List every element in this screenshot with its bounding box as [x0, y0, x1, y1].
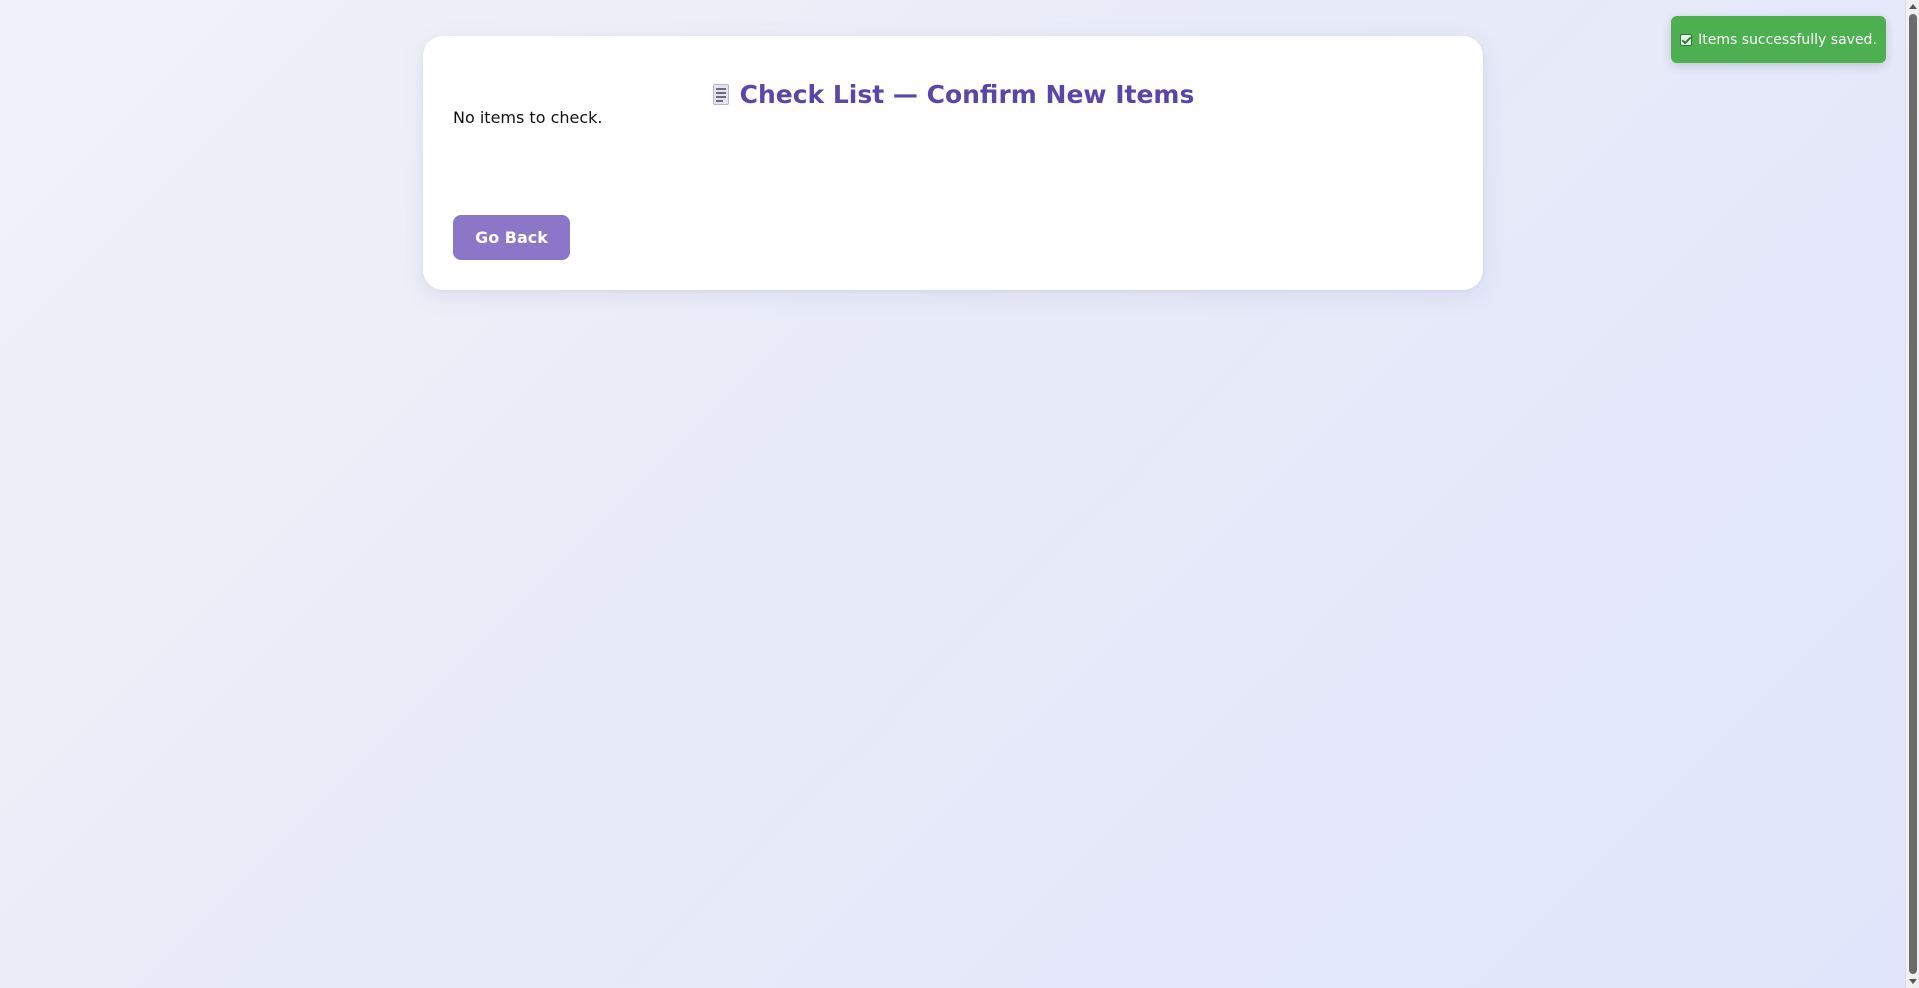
empty-message: No items to check. [453, 108, 603, 127]
receipt-icon [712, 83, 730, 106]
toast-message: Items successfully saved. [1698, 31, 1877, 48]
go-back-button[interactable]: Go Back [453, 215, 570, 260]
scrollbar-thumb[interactable] [1909, 14, 1917, 974]
scroll-down-arrow-icon[interactable] [1909, 979, 1917, 984]
check-list-card: Check List — Confirm New Items No items … [423, 36, 1483, 290]
check-box-icon [1680, 33, 1693, 46]
success-toast: Items successfully saved. [1671, 16, 1886, 63]
vertical-scrollbar[interactable] [1905, 0, 1919, 988]
page-title-row: Check List — Confirm New Items [423, 80, 1483, 109]
scroll-up-arrow-icon[interactable] [1909, 4, 1917, 9]
page-title: Check List — Confirm New Items [739, 80, 1195, 109]
